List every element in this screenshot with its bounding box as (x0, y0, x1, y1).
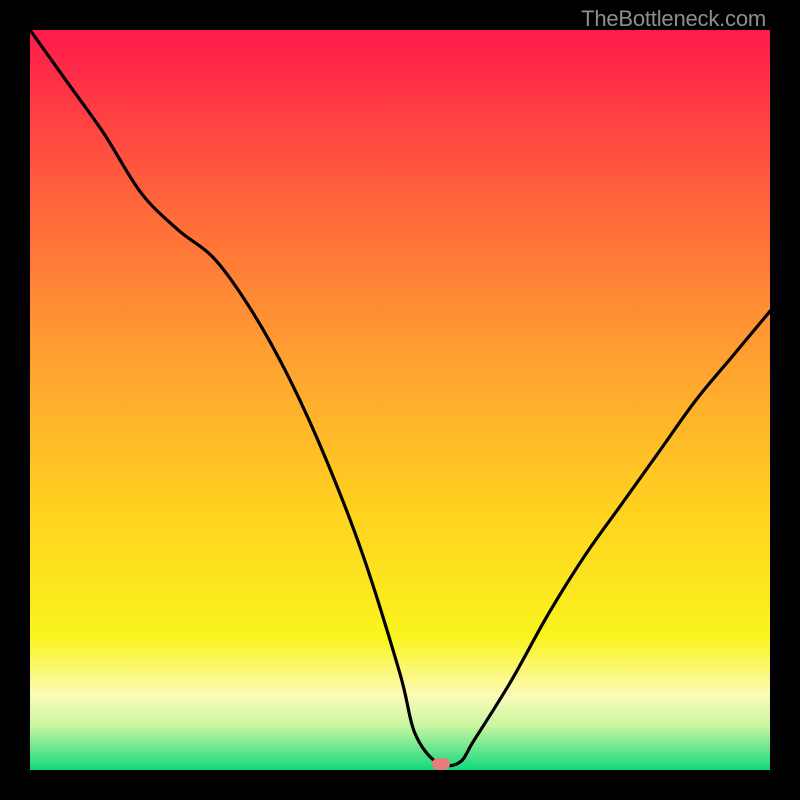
outer-frame: TheBottleneck.com (0, 0, 800, 800)
bottleneck-curve (30, 30, 770, 770)
plot-area (30, 30, 770, 770)
datum-marker (432, 758, 450, 770)
watermark-text: TheBottleneck.com (581, 6, 766, 32)
